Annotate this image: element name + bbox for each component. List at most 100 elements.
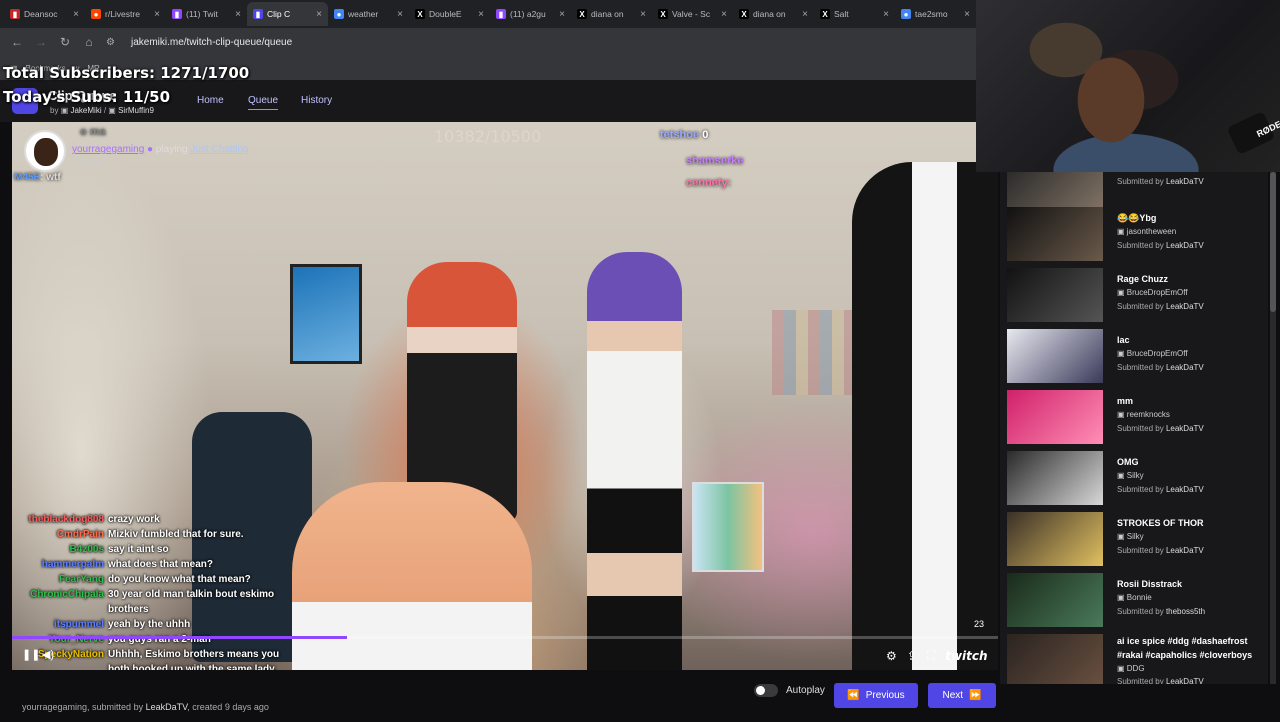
overlay-chat-value: 0 [702, 129, 709, 141]
tab-title: weather [348, 9, 379, 19]
browser-tab[interactable]: ▮ Deansoc × [4, 2, 85, 26]
queue-thumbnail[interactable] [1007, 329, 1103, 383]
channel-avatar[interactable] [24, 130, 66, 172]
close-tab-icon[interactable]: × [721, 9, 727, 20]
queue-item[interactable]: ai ice spice #ddg #dashaefrost #rakai #c… [1007, 634, 1263, 684]
close-tab-icon[interactable]: × [964, 9, 970, 20]
queue-thumbnail[interactable] [1007, 573, 1103, 627]
clip-queue-list: Submitted by LeakDaTV 😂😂Ybg ▣ jasontheween… [1000, 172, 1268, 684]
submitter-name: LeakDaTV [1165, 363, 1204, 372]
pause-icon[interactable]: ❚❚ [22, 648, 40, 661]
twitch-icon: ▣ [1117, 227, 1127, 236]
queue-thumbnail[interactable] [1007, 390, 1103, 444]
autoplay-toggle[interactable] [754, 684, 778, 697]
share-icon[interactable]: ⇪ [907, 649, 917, 663]
clip-meta-submitter[interactable]: LeakDaTV [146, 702, 188, 712]
volume-icon[interactable]: ◀) [42, 648, 54, 661]
close-tab-icon[interactable]: × [397, 9, 403, 20]
queue-item-submitter: Submitted by LeakDaTV [1117, 241, 1204, 250]
chat-line: hammerpalm what does that mean? [12, 557, 292, 572]
queue-item-channel: ▣ Silky [1117, 471, 1144, 480]
site-info-icon[interactable]: ⚙ [106, 37, 115, 48]
queue-item-title: Rosii Disstrack [1117, 579, 1183, 589]
nav-home[interactable]: Home [197, 95, 224, 106]
clip-meta-channel[interactable]: yourragegaming [22, 702, 87, 712]
close-tab-icon[interactable]: × [478, 9, 484, 20]
close-tab-icon[interactable]: × [73, 9, 79, 20]
settings-icon[interactable]: ⚙ [886, 649, 897, 663]
overlay-chat-user: shamserke [686, 155, 744, 167]
close-tab-icon[interactable]: × [235, 9, 241, 20]
twitch-logo[interactable]: twitch [945, 649, 987, 663]
close-tab-icon[interactable]: × [559, 9, 565, 20]
browser-tab[interactable]: ▮ (11) Twit × [166, 2, 247, 26]
home-icon[interactable]: ⌂ [82, 35, 96, 49]
close-tab-icon[interactable]: × [883, 9, 889, 20]
queue-item[interactable]: STROKES OF THOR ▣ Silky Submitted by LeakD… [1007, 512, 1263, 570]
browser-tab[interactable]: Xdiana on × [733, 2, 814, 26]
reload-icon[interactable]: ↻ [58, 35, 72, 49]
tab-title: Valve - Sc [672, 9, 711, 19]
address-bar[interactable]: jakemiki.me/twitch-clip-queue/queue [131, 37, 292, 48]
queue-thumbnail[interactable] [1007, 451, 1103, 505]
browser-tab[interactable]: X Valve - Sc × [652, 2, 733, 26]
queue-item[interactable]: Rosii Disstrack ▣ Bonnie Submitted by theb… [1007, 573, 1263, 631]
queue-item-channel-name: Bonnie [1126, 593, 1152, 602]
queue-item[interactable]: lac ▣ BruceDropEmOff Submitted by LeakDaTV [1007, 329, 1263, 387]
twitch-icon: ▣ [1117, 288, 1127, 297]
video-scene-person [292, 482, 532, 670]
chat-line: Your_Nerve you guys ran a 2-man [12, 632, 292, 647]
clip-channel-link[interactable]: yourragegaming [72, 144, 144, 155]
today-subs-text: Today's Subs: 11/50 [3, 88, 171, 106]
twitch-icon: ▣ [108, 106, 116, 115]
chat-message: say it aint so [108, 544, 169, 555]
close-tab-icon[interactable]: × [154, 9, 160, 20]
submitter-name: LeakDaTV [1165, 177, 1204, 186]
close-tab-icon[interactable]: × [802, 9, 808, 20]
clip-game-link[interactable]: Just Chatting [190, 144, 248, 155]
browser-tab[interactable]: Xdiana on × [571, 2, 652, 26]
forward-icon[interactable]: → [34, 35, 48, 49]
queue-item[interactable]: Rage Chuzz ▣ BruceDropEmOff Submitted by L… [1007, 268, 1263, 326]
chat-user: itspummel [53, 619, 104, 630]
browser-tab[interactable]: X Salt × [814, 2, 895, 26]
queue-thumbnail[interactable] [1007, 268, 1103, 322]
close-tab-icon[interactable]: × [316, 9, 322, 20]
chat-user: hammerpalm [41, 559, 104, 570]
browser-tab[interactable]: ● weather × [328, 2, 409, 26]
close-tab-icon[interactable]: × [640, 9, 646, 20]
submitted-by-label: Submitted by [1117, 424, 1164, 433]
video-progress-bar[interactable] [12, 636, 998, 639]
chat-message: what does that mean? [108, 559, 214, 570]
tab-title: DoubleE [429, 9, 462, 19]
nav-queue[interactable]: Queue [248, 95, 279, 110]
browser-tab[interactable]: ▮ Clip C × [247, 2, 328, 26]
queue-item[interactable]: OMG ▣ Silky Submitted by LeakDaTV [1007, 451, 1263, 509]
queue-item[interactable]: mm ▣ reemknocks Submitted by LeakDaTV [1007, 390, 1263, 448]
browser-tab[interactable]: ● r/Livestre × [85, 2, 166, 26]
queue-thumbnail[interactable] [1007, 512, 1103, 566]
browser-tab[interactable]: ● tae2smo × [895, 2, 976, 26]
nav-history[interactable]: History [301, 95, 332, 106]
queue-thumbnail[interactable] [1007, 207, 1103, 261]
queue-item-channel: ▣ Bonnie [1117, 593, 1152, 602]
queue-item-title: OMG [1117, 457, 1139, 467]
browser-tab[interactable]: ▮ (11) a2gu × [490, 2, 571, 26]
previous-button[interactable]: ⏪ Previous [834, 683, 918, 708]
queue-thumbnail[interactable] [1007, 634, 1103, 684]
queue-scrollbar[interactable] [1270, 172, 1276, 684]
queue-item[interactable]: 😂😂Ybg ▣ jasontheween Submitted by LeakDaTV [1007, 207, 1263, 265]
fullscreen-icon[interactable]: ⛶ [927, 648, 935, 663]
back-icon[interactable]: ← [10, 35, 24, 49]
next-button[interactable]: Next ⏩ [928, 683, 996, 708]
queue-item-submitter: Submitted by LeakDaTV [1117, 302, 1204, 311]
browser-tab[interactable]: X DoubleE × [409, 2, 490, 26]
author-link[interactable]: SirMuffin9 [118, 106, 154, 115]
submitted-by-label: Submitted by [1117, 241, 1164, 250]
chat-line: CmdrPain Mizkiv fumbled that for sure. [12, 527, 292, 542]
twitch-icon: ▣ [1117, 471, 1127, 480]
chat-line: B4z00s say it aint so [12, 542, 292, 557]
author-link[interactable]: JakeMiki [70, 106, 101, 115]
queue-item-channel-name: Silky [1126, 532, 1144, 541]
queue-item-channel-name: jasontheween [1126, 227, 1177, 236]
